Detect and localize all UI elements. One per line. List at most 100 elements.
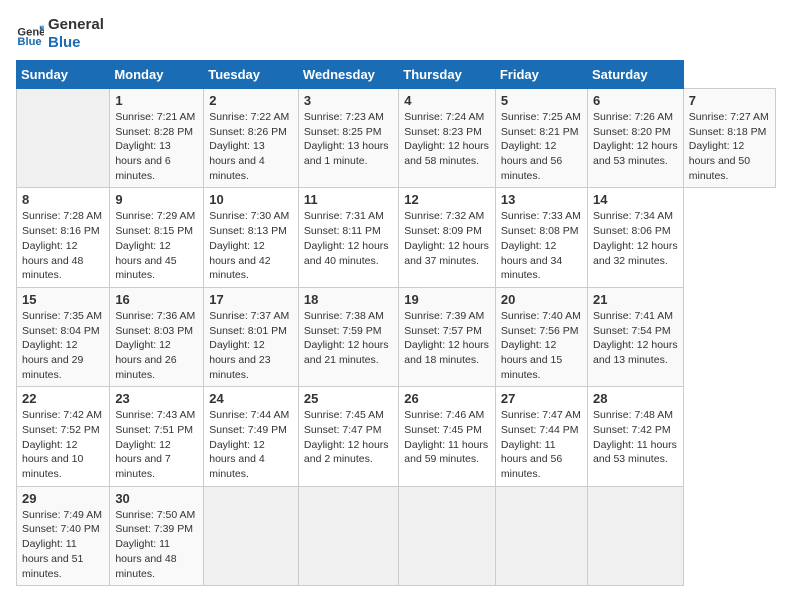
sunset-label: Sunset: 7:57 PM bbox=[404, 325, 482, 337]
calendar-cell: 8 Sunrise: 7:28 AM Sunset: 8:16 PM Dayli… bbox=[17, 188, 110, 287]
sunset-label: Sunset: 7:40 PM bbox=[22, 523, 100, 535]
calendar-cell: 25 Sunrise: 7:45 AM Sunset: 7:47 PM Dayl… bbox=[298, 387, 398, 486]
sunrise-label: Sunrise: 7:46 AM bbox=[404, 409, 484, 421]
sunset-label: Sunset: 8:25 PM bbox=[304, 126, 382, 138]
calendar-header-row: SundayMondayTuesdayWednesdayThursdayFrid… bbox=[17, 61, 776, 89]
day-info: Sunrise: 7:31 AM Sunset: 8:11 PM Dayligh… bbox=[304, 209, 393, 268]
daylight-label: Daylight: 12 hours and 32 minutes. bbox=[593, 240, 678, 267]
sunset-label: Sunset: 8:28 PM bbox=[115, 126, 193, 138]
calendar-week-4: 22 Sunrise: 7:42 AM Sunset: 7:52 PM Dayl… bbox=[17, 387, 776, 486]
day-number: 30 bbox=[115, 491, 198, 506]
day-info: Sunrise: 7:32 AM Sunset: 8:09 PM Dayligh… bbox=[404, 209, 490, 268]
daylight-label: Daylight: 12 hours and 37 minutes. bbox=[404, 240, 489, 267]
sunrise-label: Sunrise: 7:45 AM bbox=[304, 409, 384, 421]
header-saturday: Saturday bbox=[588, 61, 684, 89]
day-info: Sunrise: 7:43 AM Sunset: 7:51 PM Dayligh… bbox=[115, 408, 198, 481]
sunset-label: Sunset: 7:59 PM bbox=[304, 325, 382, 337]
calendar-cell bbox=[495, 486, 587, 585]
logo-icon: General Blue bbox=[16, 20, 44, 48]
sunrise-label: Sunrise: 7:36 AM bbox=[115, 310, 195, 322]
sunset-label: Sunset: 7:51 PM bbox=[115, 424, 193, 436]
daylight-label: Daylight: 13 hours and 1 minute. bbox=[304, 140, 389, 167]
calendar-week-2: 8 Sunrise: 7:28 AM Sunset: 8:16 PM Dayli… bbox=[17, 188, 776, 287]
calendar-cell: 2 Sunrise: 7:22 AM Sunset: 8:26 PM Dayli… bbox=[204, 89, 299, 188]
daylight-label: Daylight: 12 hours and 13 minutes. bbox=[593, 339, 678, 366]
page-header: General Blue General Blue bbox=[16, 16, 776, 52]
calendar-cell: 12 Sunrise: 7:32 AM Sunset: 8:09 PM Dayl… bbox=[399, 188, 496, 287]
daylight-label: Daylight: 12 hours and 23 minutes. bbox=[209, 339, 270, 380]
day-info: Sunrise: 7:41 AM Sunset: 7:54 PM Dayligh… bbox=[593, 309, 678, 368]
sunset-label: Sunset: 7:56 PM bbox=[501, 325, 579, 337]
sunset-label: Sunset: 8:11 PM bbox=[304, 225, 381, 237]
day-info: Sunrise: 7:23 AM Sunset: 8:25 PM Dayligh… bbox=[304, 110, 393, 169]
calendar-cell: 24 Sunrise: 7:44 AM Sunset: 7:49 PM Dayl… bbox=[204, 387, 299, 486]
daylight-label: Daylight: 11 hours and 53 minutes. bbox=[593, 439, 677, 466]
daylight-label: Daylight: 12 hours and 26 minutes. bbox=[115, 339, 176, 380]
sunrise-label: Sunrise: 7:44 AM bbox=[209, 409, 289, 421]
day-info: Sunrise: 7:39 AM Sunset: 7:57 PM Dayligh… bbox=[404, 309, 490, 368]
calendar-cell: 18 Sunrise: 7:38 AM Sunset: 7:59 PM Dayl… bbox=[298, 287, 398, 386]
header-monday: Monday bbox=[110, 61, 204, 89]
day-info: Sunrise: 7:35 AM Sunset: 8:04 PM Dayligh… bbox=[22, 309, 104, 382]
sunrise-label: Sunrise: 7:34 AM bbox=[593, 210, 673, 222]
day-number: 1 bbox=[115, 93, 198, 108]
sunset-label: Sunset: 8:09 PM bbox=[404, 225, 482, 237]
calendar-cell: 29 Sunrise: 7:49 AM Sunset: 7:40 PM Dayl… bbox=[17, 486, 110, 585]
daylight-label: Daylight: 12 hours and 45 minutes. bbox=[115, 240, 176, 281]
sunset-label: Sunset: 7:39 PM bbox=[115, 523, 193, 535]
day-info: Sunrise: 7:24 AM Sunset: 8:23 PM Dayligh… bbox=[404, 110, 490, 169]
day-number: 5 bbox=[501, 93, 582, 108]
sunrise-label: Sunrise: 7:47 AM bbox=[501, 409, 581, 421]
sunset-label: Sunset: 8:16 PM bbox=[22, 225, 100, 237]
sunset-label: Sunset: 8:18 PM bbox=[689, 126, 767, 138]
daylight-label: Daylight: 12 hours and 15 minutes. bbox=[501, 339, 562, 380]
day-info: Sunrise: 7:44 AM Sunset: 7:49 PM Dayligh… bbox=[209, 408, 293, 481]
sunset-label: Sunset: 7:54 PM bbox=[593, 325, 671, 337]
empty-cell bbox=[17, 89, 110, 188]
daylight-label: Daylight: 12 hours and 48 minutes. bbox=[22, 240, 83, 281]
day-number: 20 bbox=[501, 292, 582, 307]
sunset-label: Sunset: 8:20 PM bbox=[593, 126, 671, 138]
daylight-label: Daylight: 12 hours and 10 minutes. bbox=[22, 439, 83, 480]
sunset-label: Sunset: 8:08 PM bbox=[501, 225, 579, 237]
header-sunday: Sunday bbox=[17, 61, 110, 89]
sunset-label: Sunset: 7:47 PM bbox=[304, 424, 382, 436]
sunrise-label: Sunrise: 7:33 AM bbox=[501, 210, 581, 222]
sunrise-label: Sunrise: 7:39 AM bbox=[404, 310, 484, 322]
day-info: Sunrise: 7:28 AM Sunset: 8:16 PM Dayligh… bbox=[22, 209, 104, 282]
day-info: Sunrise: 7:37 AM Sunset: 8:01 PM Dayligh… bbox=[209, 309, 293, 382]
calendar-cell bbox=[298, 486, 398, 585]
sunrise-label: Sunrise: 7:30 AM bbox=[209, 210, 289, 222]
day-number: 2 bbox=[209, 93, 293, 108]
day-info: Sunrise: 7:47 AM Sunset: 7:44 PM Dayligh… bbox=[501, 408, 582, 481]
calendar-cell: 20 Sunrise: 7:40 AM Sunset: 7:56 PM Dayl… bbox=[495, 287, 587, 386]
calendar-cell: 11 Sunrise: 7:31 AM Sunset: 8:11 PM Dayl… bbox=[298, 188, 398, 287]
day-info: Sunrise: 7:22 AM Sunset: 8:26 PM Dayligh… bbox=[209, 110, 293, 183]
calendar-cell: 3 Sunrise: 7:23 AM Sunset: 8:25 PM Dayli… bbox=[298, 89, 398, 188]
day-info: Sunrise: 7:36 AM Sunset: 8:03 PM Dayligh… bbox=[115, 309, 198, 382]
day-info: Sunrise: 7:38 AM Sunset: 7:59 PM Dayligh… bbox=[304, 309, 393, 368]
day-info: Sunrise: 7:48 AM Sunset: 7:42 PM Dayligh… bbox=[593, 408, 678, 467]
daylight-label: Daylight: 12 hours and 34 minutes. bbox=[501, 240, 562, 281]
daylight-label: Daylight: 11 hours and 48 minutes. bbox=[115, 538, 176, 579]
day-number: 15 bbox=[22, 292, 104, 307]
sunrise-label: Sunrise: 7:24 AM bbox=[404, 111, 484, 123]
day-info: Sunrise: 7:50 AM Sunset: 7:39 PM Dayligh… bbox=[115, 508, 198, 581]
sunrise-label: Sunrise: 7:25 AM bbox=[501, 111, 581, 123]
sunset-label: Sunset: 8:04 PM bbox=[22, 325, 100, 337]
daylight-label: Daylight: 11 hours and 56 minutes. bbox=[501, 439, 562, 480]
day-number: 21 bbox=[593, 292, 678, 307]
day-number: 11 bbox=[304, 192, 393, 207]
sunset-label: Sunset: 8:06 PM bbox=[593, 225, 671, 237]
calendar-cell: 21 Sunrise: 7:41 AM Sunset: 7:54 PM Dayl… bbox=[588, 287, 684, 386]
daylight-label: Daylight: 12 hours and 58 minutes. bbox=[404, 140, 489, 167]
sunrise-label: Sunrise: 7:28 AM bbox=[22, 210, 102, 222]
sunrise-label: Sunrise: 7:32 AM bbox=[404, 210, 484, 222]
daylight-label: Daylight: 12 hours and 56 minutes. bbox=[501, 140, 562, 181]
day-number: 10 bbox=[209, 192, 293, 207]
daylight-label: Daylight: 12 hours and 40 minutes. bbox=[304, 240, 389, 267]
sunrise-label: Sunrise: 7:40 AM bbox=[501, 310, 581, 322]
header-thursday: Thursday bbox=[399, 61, 496, 89]
calendar-cell: 5 Sunrise: 7:25 AM Sunset: 8:21 PM Dayli… bbox=[495, 89, 587, 188]
calendar-cell: 17 Sunrise: 7:37 AM Sunset: 8:01 PM Dayl… bbox=[204, 287, 299, 386]
